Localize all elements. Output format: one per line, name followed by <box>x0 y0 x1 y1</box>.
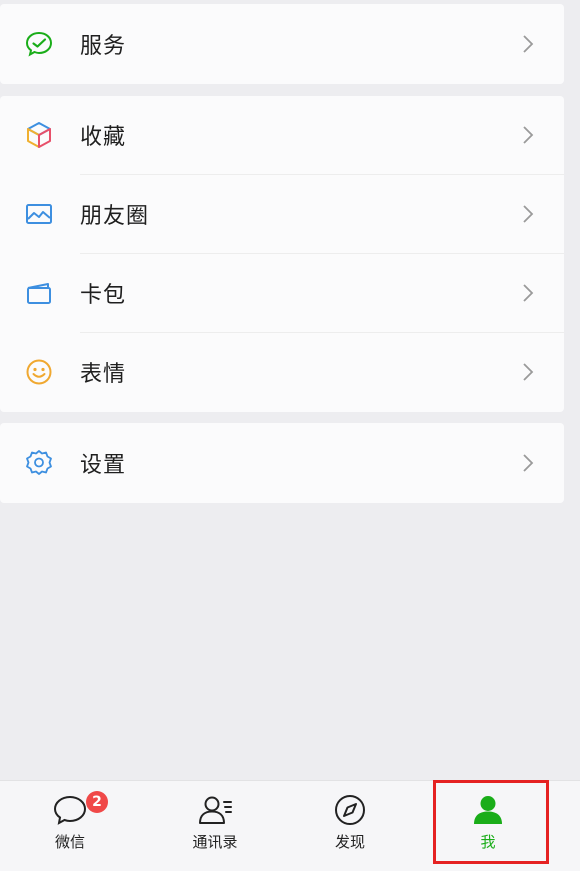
menu-item-settings-label: 设置 <box>80 453 127 478</box>
card-wallet-icon <box>24 278 54 308</box>
gear-icon <box>24 448 54 478</box>
person-icon <box>474 796 502 824</box>
tab-discover-label: 发现 <box>334 833 365 851</box>
menu-item-favorites-label: 收藏 <box>80 125 127 150</box>
services-card: 服务 <box>0 4 564 84</box>
contacts-icon <box>199 796 232 824</box>
chevron-right-icon <box>523 35 534 53</box>
compass-icon <box>335 795 365 825</box>
chevron-right-icon <box>523 284 534 302</box>
tab-chats[interactable]: 2 微信 <box>10 781 130 871</box>
tab-contacts[interactable]: 通讯录 <box>155 781 275 871</box>
smiley-face-icon <box>24 357 54 387</box>
chevron-right-icon <box>523 363 534 381</box>
tab-contacts-label: 通讯录 <box>192 833 238 851</box>
services-icon <box>24 29 54 59</box>
discover-features-card: 收藏 朋友圈 卡包 表情 <box>0 96 564 412</box>
tab-me-label: 我 <box>480 833 496 851</box>
unread-badge: 2 <box>86 791 108 813</box>
chevron-right-icon <box>523 126 534 144</box>
tab-discover[interactable]: 发现 <box>290 781 410 871</box>
settings-card: 设置 <box>0 423 564 503</box>
tab-chats-label: 微信 <box>54 833 85 851</box>
cube-icon <box>24 120 54 150</box>
menu-item-moments[interactable]: 朋友圈 <box>0 175 564 253</box>
menu-item-stickers-label: 表情 <box>80 362 127 387</box>
chevron-right-icon <box>523 454 534 472</box>
chat-bubble-icon <box>53 795 87 825</box>
menu-item-services-label: 服务 <box>80 34 127 59</box>
bottom-tab-bar: 2 微信 通讯录 发现 我 <box>0 780 580 871</box>
menu-item-cards[interactable]: 卡包 <box>0 254 564 332</box>
menu-item-moments-label: 朋友圈 <box>80 204 150 229</box>
menu-item-settings[interactable]: 设置 <box>0 424 564 502</box>
menu-item-stickers[interactable]: 表情 <box>0 333 564 411</box>
menu-item-favorites[interactable]: 收藏 <box>0 96 564 174</box>
menu-item-services[interactable]: 服务 <box>0 5 564 83</box>
landscape-image-icon <box>24 199 54 229</box>
chevron-right-icon <box>523 205 534 223</box>
tab-me[interactable]: 我 <box>428 781 548 871</box>
menu-item-cards-label: 卡包 <box>80 283 127 308</box>
